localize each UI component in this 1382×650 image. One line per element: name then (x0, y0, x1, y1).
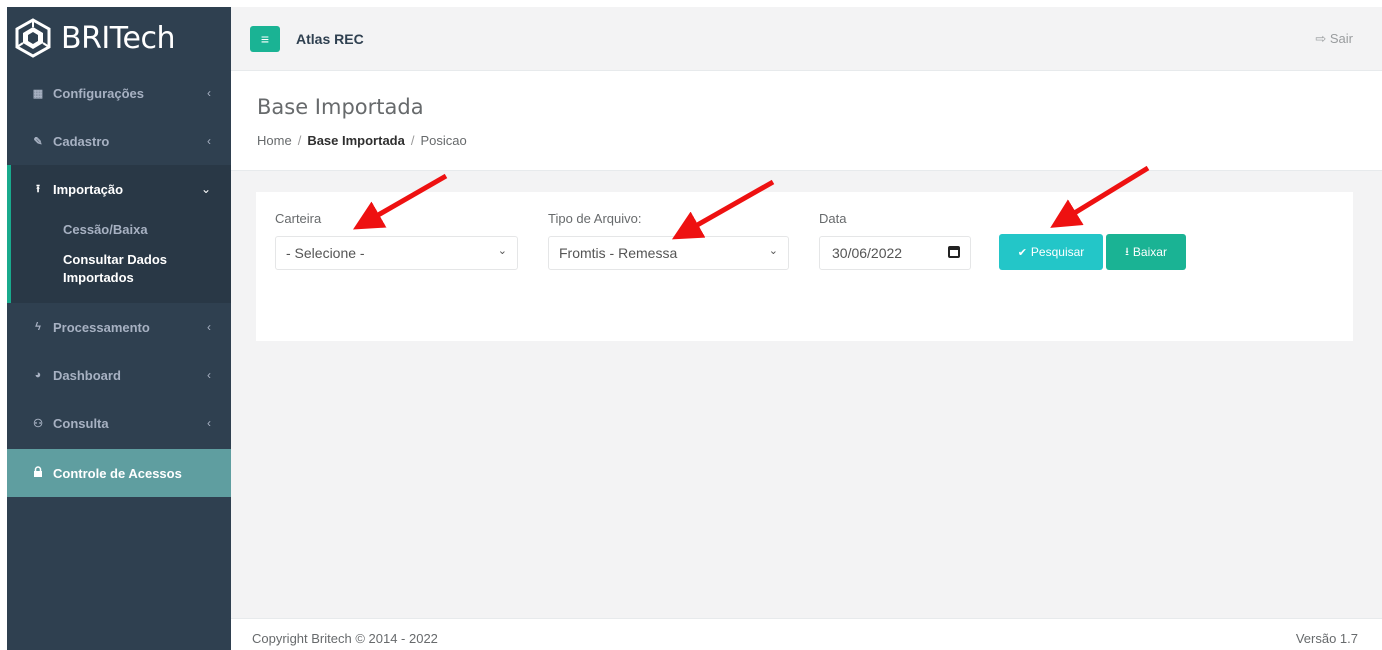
binoculars-icon: ⚇ (33, 417, 43, 430)
logo-icon (15, 18, 51, 58)
breadcrumb-posicao: Posicao (420, 133, 467, 148)
copyright-text: Copyright Britech © 2014 - 2022 (252, 631, 438, 646)
breadcrumb-home[interactable]: Home (257, 133, 292, 148)
chevron-left-icon: ‹ (207, 368, 211, 382)
edit-icon: ✎ (33, 135, 43, 148)
sidebar-item-label: Controle de Acessos (53, 465, 182, 481)
logout-label: Sair (1329, 30, 1353, 46)
bolt-icon: ϟ (35, 321, 41, 333)
chevron-left-icon: ‹ (207, 320, 211, 334)
brand-logo[interactable]: BRITech (7, 7, 231, 69)
page-heading: Base Importada Home / Base Importada / Posic… (231, 71, 1382, 171)
sidebar: BRITech ▦ Configurações ‹ ✎ Cadastro ‹ ⭱… (7, 7, 231, 650)
sidebar-item-processamento[interactable]: ϟ Processamento ‹ (7, 303, 231, 351)
chevron-down-icon: ⌄ (497, 245, 507, 257)
carteira-label: Carteira (275, 211, 322, 226)
upload-icon: ⭱ (36, 182, 40, 195)
hamburger-icon: ≡ (260, 30, 270, 47)
carteira-select[interactable]: - Selecione - ⌄ (275, 236, 518, 270)
sidebar-item-label: Consulta (53, 415, 109, 431)
brand-name: BRITech (61, 20, 175, 56)
top-navbar: ≡ Atlas REC ⇨ Sair (231, 7, 1382, 71)
sidebar-item-importacao[interactable]: ⭱ Importação ⌄ (7, 165, 231, 213)
baixar-label: Baixar (1132, 245, 1167, 259)
sidebar-item-cadastro[interactable]: ✎ Cadastro ‹ (7, 117, 231, 165)
logout-link[interactable]: ⇨ Sair (1315, 31, 1353, 47)
version-text: Versão 1.7 (1295, 631, 1358, 646)
breadcrumb-base-importada: Base Importada (307, 133, 405, 148)
sidebar-item-consulta[interactable]: ⚇ Consulta ‹ (7, 399, 231, 447)
chevron-left-icon: ‹ (207, 416, 211, 430)
sign-out-icon: ⇨ (1315, 30, 1327, 46)
lock-icon (31, 466, 45, 480)
tipo-arquivo-selected-value: Fromtis - Remessa (559, 245, 678, 261)
sidebar-item-configuracoes[interactable]: ▦ Configurações ‹ (7, 69, 231, 117)
breadcrumb: Home / Base Importada / Posicao (257, 133, 467, 148)
data-label: Data (819, 211, 847, 226)
importacao-submenu: Cessão/Baixa Consultar Dados Importados (7, 213, 231, 303)
sidebar-item-dashboard[interactable]: ◕ Dashboard ‹ (7, 351, 231, 399)
tipo-arquivo-select[interactable]: Fromtis - Remessa ⌄ (548, 236, 789, 270)
pesquisar-label: Pesquisar (1030, 245, 1085, 259)
sidebar-item-label: Cadastro (53, 133, 110, 149)
calendar-icon[interactable] (948, 246, 960, 258)
check-circle-icon: ✔ (1017, 246, 1027, 259)
pesquisar-button[interactable]: ✔ Pesquisar (999, 234, 1103, 270)
page-title: Base Importada (257, 95, 424, 119)
menu-toggle-button[interactable]: ≡ (250, 25, 280, 52)
app-title: Atlas REC (296, 30, 364, 47)
chevron-down-icon: ⌄ (200, 182, 211, 196)
sidebar-item-controle-acessos[interactable]: Controle de Acessos (7, 449, 231, 497)
data-date-input[interactable]: 30/06/2022 (819, 236, 971, 270)
baixar-button[interactable]: ⭳ Baixar (1106, 234, 1186, 270)
footer: Copyright Britech © 2014 - 2022 Versão 1… (231, 618, 1382, 650)
carteira-selected-value: - Selecione - (286, 245, 365, 261)
chevron-left-icon: ‹ (207, 134, 211, 148)
sidebar-item-label: Processamento (53, 319, 150, 335)
tipo-arquivo-label: Tipo de Arquivo: (548, 211, 642, 226)
pie-chart-icon: ◕ (34, 369, 42, 381)
download-icon: ⭳ (1125, 245, 1129, 258)
sidebar-item-label: Dashboard (53, 367, 121, 383)
sidebar-item-label: Configurações (53, 85, 145, 101)
chevron-left-icon: ‹ (207, 86, 211, 100)
chevron-down-icon: ⌄ (768, 245, 778, 257)
main-content: Carteira - Selecione - ⌄ Tipo de Arquivo… (231, 171, 1382, 618)
filter-panel: Carteira - Selecione - ⌄ Tipo de Arquivo… (256, 192, 1353, 341)
submenu-item-consultar-dados[interactable]: Consultar Dados Importados (11, 245, 231, 293)
data-value: 30/06/2022 (832, 245, 903, 261)
submenu-item-cessao-baixa[interactable]: Cessão/Baixa (11, 215, 231, 245)
sidebar-item-label: Importação (53, 181, 124, 197)
grid-icon: ▦ (32, 87, 44, 100)
